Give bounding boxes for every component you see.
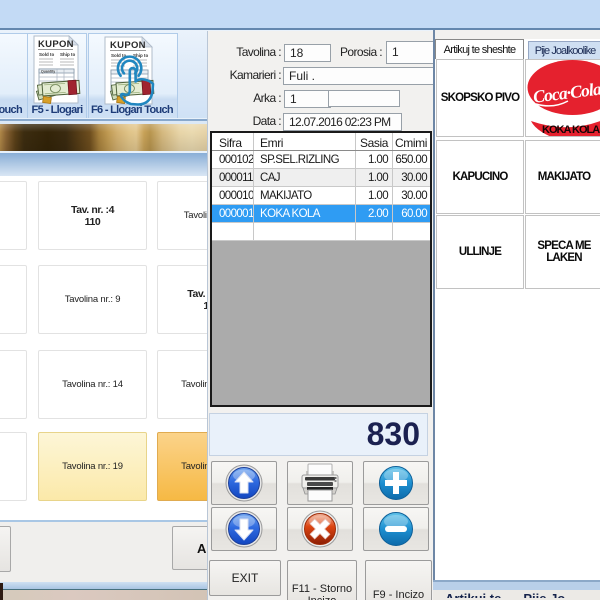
svg-text:Sold to: Sold to (39, 52, 54, 57)
svg-text:KOKA KOLA: KOKA KOLA (542, 124, 600, 136)
svg-text:Quantity: Quantity (41, 70, 55, 74)
svg-text:Ship to: Ship to (60, 52, 75, 57)
svg-text:KUPON: KUPON (110, 40, 146, 51)
svg-text:KUPON: KUPON (38, 39, 74, 50)
